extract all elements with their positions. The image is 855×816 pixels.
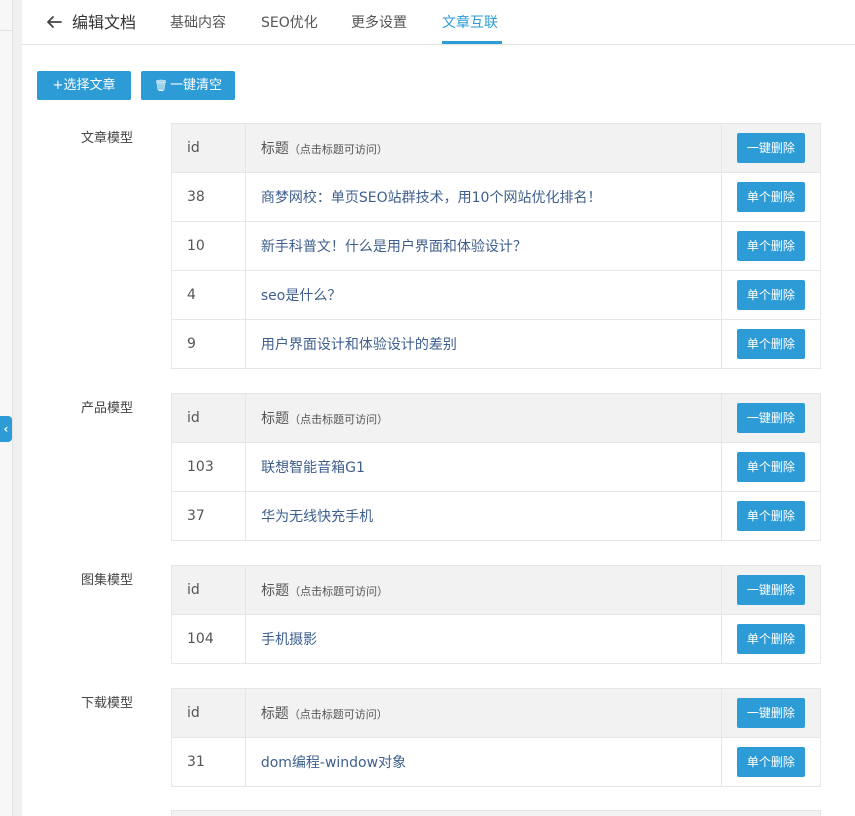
row-id: 10 (171, 221, 246, 271)
delete-one-button[interactable]: 单个删除 (736, 747, 805, 777)
title-column-header: 标题（点击标题可访问） (245, 393, 722, 443)
select-article-button[interactable]: +选择文章 (37, 71, 131, 100)
delete-one-button[interactable]: 单个删除 (736, 624, 805, 654)
table-row: 4 seo是什么？ 单个删除 (171, 270, 822, 320)
article-title-link[interactable]: 手机摄影 (245, 614, 722, 664)
download-model-table: id 标题（点击标题可访问） 一键删除 31 dom编程-window对象 单个… (171, 688, 822, 787)
title-column-header: 标题（点击标题可访问） (244, 123, 722, 173)
delete-all-button[interactable]: 一键删除 (736, 133, 805, 163)
row-id: 4 (171, 270, 246, 320)
article-title-link[interactable]: dom编程-window对象 (244, 737, 722, 787)
table-header-row: id 标题（点击标题可访问） 一键删除 (171, 688, 822, 738)
active-tab-indicator (442, 41, 502, 44)
table-row: 31 dom编程-window对象 单个删除 (171, 737, 822, 787)
page-title: 编辑文档 (72, 13, 137, 32)
sidebar-toggle-icon[interactable]: ‹ (0, 416, 12, 442)
delete-one-button[interactable]: 单个删除 (736, 329, 805, 359)
title-column-header: 标题（点击标题可访问） (245, 565, 722, 615)
row-id: 31 (171, 737, 246, 787)
row-id: 9 (171, 319, 246, 369)
table-row: 37 华为无线快充手机 单个删除 (170, 491, 822, 541)
article-title-link[interactable]: seo是什么？ (244, 270, 722, 320)
article-title-link[interactable]: 新手科普文！什么是用户界面和体验设计？ (244, 221, 722, 271)
tab-basic-content[interactable]: 基础内容 (170, 13, 226, 33)
table-header-row: id 标题（点击标题可访问） 一键删除 (170, 565, 822, 615)
article-model-table: id 标题（点击标题可访问） 一键删除 38 商梦网校：单页SEO站群技术，用1… (171, 123, 822, 369)
article-title-link[interactable]: 商梦网校：单页SEO站群技术，用10个网站优化排名！ (244, 172, 722, 222)
article-title-link[interactable]: 用户界面设计和体验设计的差别 (244, 319, 722, 369)
delete-one-button[interactable]: 单个删除 (736, 280, 805, 310)
tab-seo[interactable]: SEO优化 (261, 13, 318, 33)
left-panel-strip (0, 0, 13, 816)
top-navigation: 编辑文档 基础内容 SEO优化 更多设置 文章互联 (22, 0, 855, 45)
table-header-row: id 标题（点击标题可访问） 一键删除 (170, 393, 822, 443)
model-label-article: 文章模型 (81, 131, 134, 146)
delete-one-button[interactable]: 单个删除 (736, 452, 805, 482)
table-row: 10 新手科普文！什么是用户界面和体验设计？ 单个删除 (171, 221, 822, 271)
table-header-row: id 标题（点击标题可访问） 一键删除 (171, 123, 822, 173)
article-title-link[interactable]: 华为无线快充手机 (245, 491, 722, 541)
trash-icon: 🗑 (154, 79, 168, 92)
clear-all-button[interactable]: 🗑 一键清空 (141, 71, 235, 100)
title-column-header: 标题（点击标题可访问） (244, 688, 722, 738)
table-row: 104 手机摄影 单个删除 (170, 614, 822, 664)
delete-one-button[interactable]: 单个删除 (736, 231, 805, 261)
id-column-header: id (171, 688, 246, 738)
delete-all-button[interactable]: 一键删除 (736, 575, 805, 605)
product-model-table: id 标题（点击标题可访问） 一键删除 103 联想智能音箱G1 单个删除 37… (170, 393, 822, 541)
delete-one-button[interactable]: 单个删除 (736, 182, 805, 212)
row-id: 37 (170, 491, 247, 541)
main-panel: 编辑文档 基础内容 SEO优化 更多设置 文章互联 +选择文章 🗑 一键清空 文章… (22, 0, 855, 816)
model-label-gallery: 图集模型 (81, 573, 134, 588)
id-column-header: id (170, 565, 247, 615)
delete-one-button[interactable]: 单个删除 (736, 501, 805, 531)
delete-all-button[interactable]: 一键删除 (736, 698, 805, 728)
tab-article-links[interactable]: 文章互联 (442, 13, 498, 33)
id-column-header: id (170, 393, 247, 443)
next-model-table-partial (171, 810, 821, 816)
gallery-model-table: id 标题（点击标题可访问） 一键删除 104 手机摄影 单个删除 (170, 565, 822, 664)
row-id: 103 (170, 442, 247, 492)
table-row: 38 商梦网校：单页SEO站群技术，用10个网站优化排名！ 单个删除 (171, 172, 822, 222)
model-label-download: 下载模型 (81, 696, 134, 711)
model-label-product: 产品模型 (81, 401, 134, 416)
row-id: 38 (171, 172, 246, 222)
tab-more-settings[interactable]: 更多设置 (351, 13, 407, 33)
table-row: 103 联想智能音箱G1 单个删除 (170, 442, 822, 492)
table-row: 9 用户界面设计和体验设计的差别 单个删除 (171, 319, 822, 369)
article-title-link[interactable]: 联想智能音箱G1 (245, 442, 722, 492)
delete-all-button[interactable]: 一键删除 (736, 403, 805, 433)
back-arrow-icon[interactable] (44, 12, 64, 32)
id-column-header: id (171, 123, 246, 173)
row-id: 104 (170, 614, 247, 664)
